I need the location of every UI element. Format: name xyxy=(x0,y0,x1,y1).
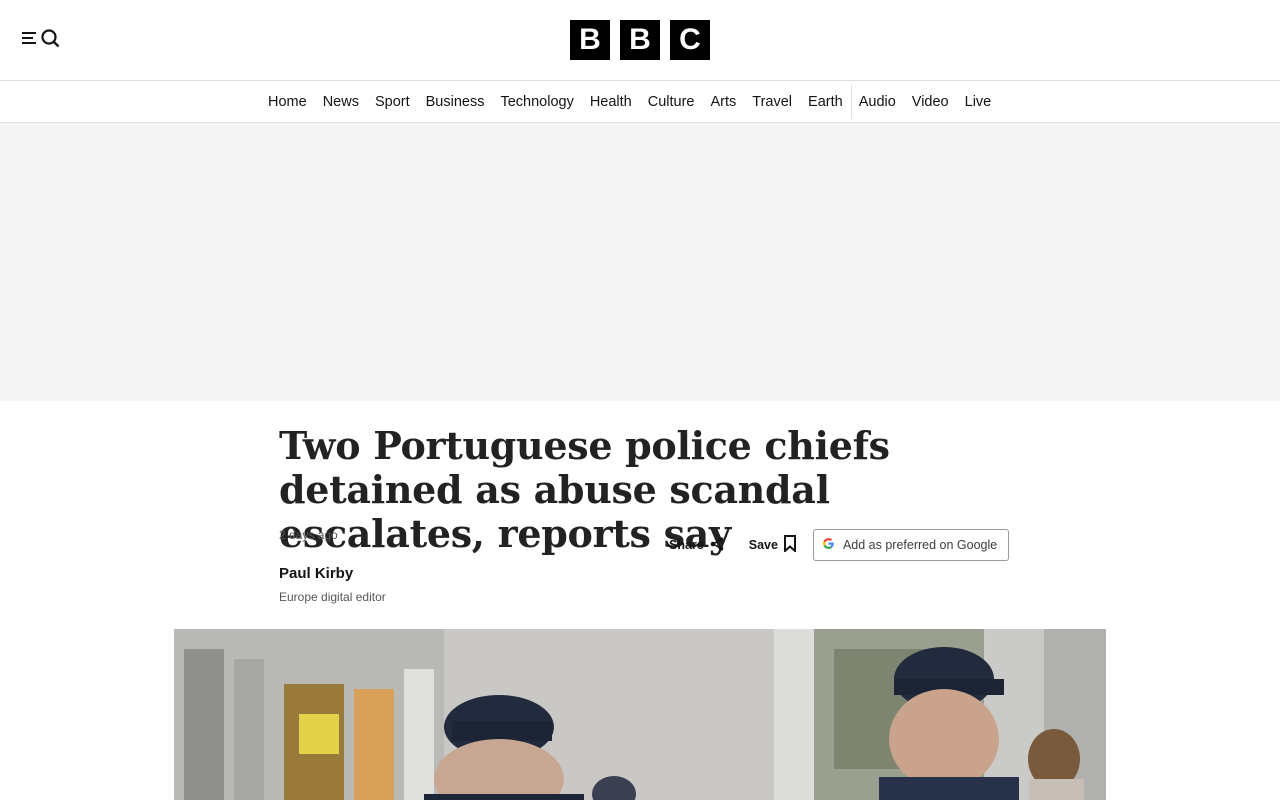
nav-item-technology[interactable]: Technology xyxy=(500,81,573,123)
nav-item-home[interactable]: Home xyxy=(268,81,307,123)
nav-item-live[interactable]: Live xyxy=(965,81,992,123)
google-button-label: Add as preferred on Google xyxy=(842,538,998,552)
save-button[interactable]: Save xyxy=(749,535,797,555)
share-button[interactable]: Share xyxy=(669,536,725,555)
save-label: Save xyxy=(748,538,778,552)
menu-icon xyxy=(20,29,40,52)
nav-item-arts[interactable]: Arts xyxy=(711,81,737,123)
logo-letter: B xyxy=(570,20,610,60)
nav-item-business[interactable]: Business xyxy=(426,81,485,123)
logo-letter: C xyxy=(670,20,710,60)
nav-item-news[interactable]: News xyxy=(323,81,359,123)
nav-list: Home News Sport Business Technology Heal… xyxy=(268,81,1007,123)
share-icon xyxy=(704,536,725,555)
hero-photo xyxy=(174,629,1106,800)
nav-item-health[interactable]: Health xyxy=(590,81,632,123)
nav-item-sport[interactable]: Sport xyxy=(375,81,410,123)
author-role: Europe digital editor xyxy=(279,590,386,604)
advertisement-slot xyxy=(0,123,1280,401)
logo-letter: B xyxy=(620,20,660,60)
bookmark-icon xyxy=(778,535,797,555)
main-navigation: Home News Sport Business Technology Heal… xyxy=(0,80,1280,123)
bbc-logo[interactable]: B B C xyxy=(570,20,710,60)
share-label: Share xyxy=(669,538,704,552)
search-icon xyxy=(40,28,62,53)
article-timestamp: 2 days ago xyxy=(279,528,338,542)
nav-item-travel[interactable]: Travel xyxy=(752,81,792,123)
add-preferred-google-button[interactable]: Add as preferred on Google xyxy=(812,529,1009,561)
menu-search-button[interactable] xyxy=(20,28,64,52)
masthead: B B C xyxy=(0,0,1280,80)
nav-divider xyxy=(850,85,852,119)
article-actions: Share Save Add as preferred on Google xyxy=(669,529,1009,561)
nav-item-culture[interactable]: Culture xyxy=(648,81,695,123)
author-name[interactable]: Paul Kirby xyxy=(279,565,353,582)
nav-item-earth[interactable]: Earth xyxy=(808,81,843,123)
hero-image xyxy=(174,629,1106,800)
nav-item-audio[interactable]: Audio xyxy=(859,81,896,123)
google-g-icon xyxy=(822,537,835,553)
nav-item-video[interactable]: Video xyxy=(912,81,949,123)
